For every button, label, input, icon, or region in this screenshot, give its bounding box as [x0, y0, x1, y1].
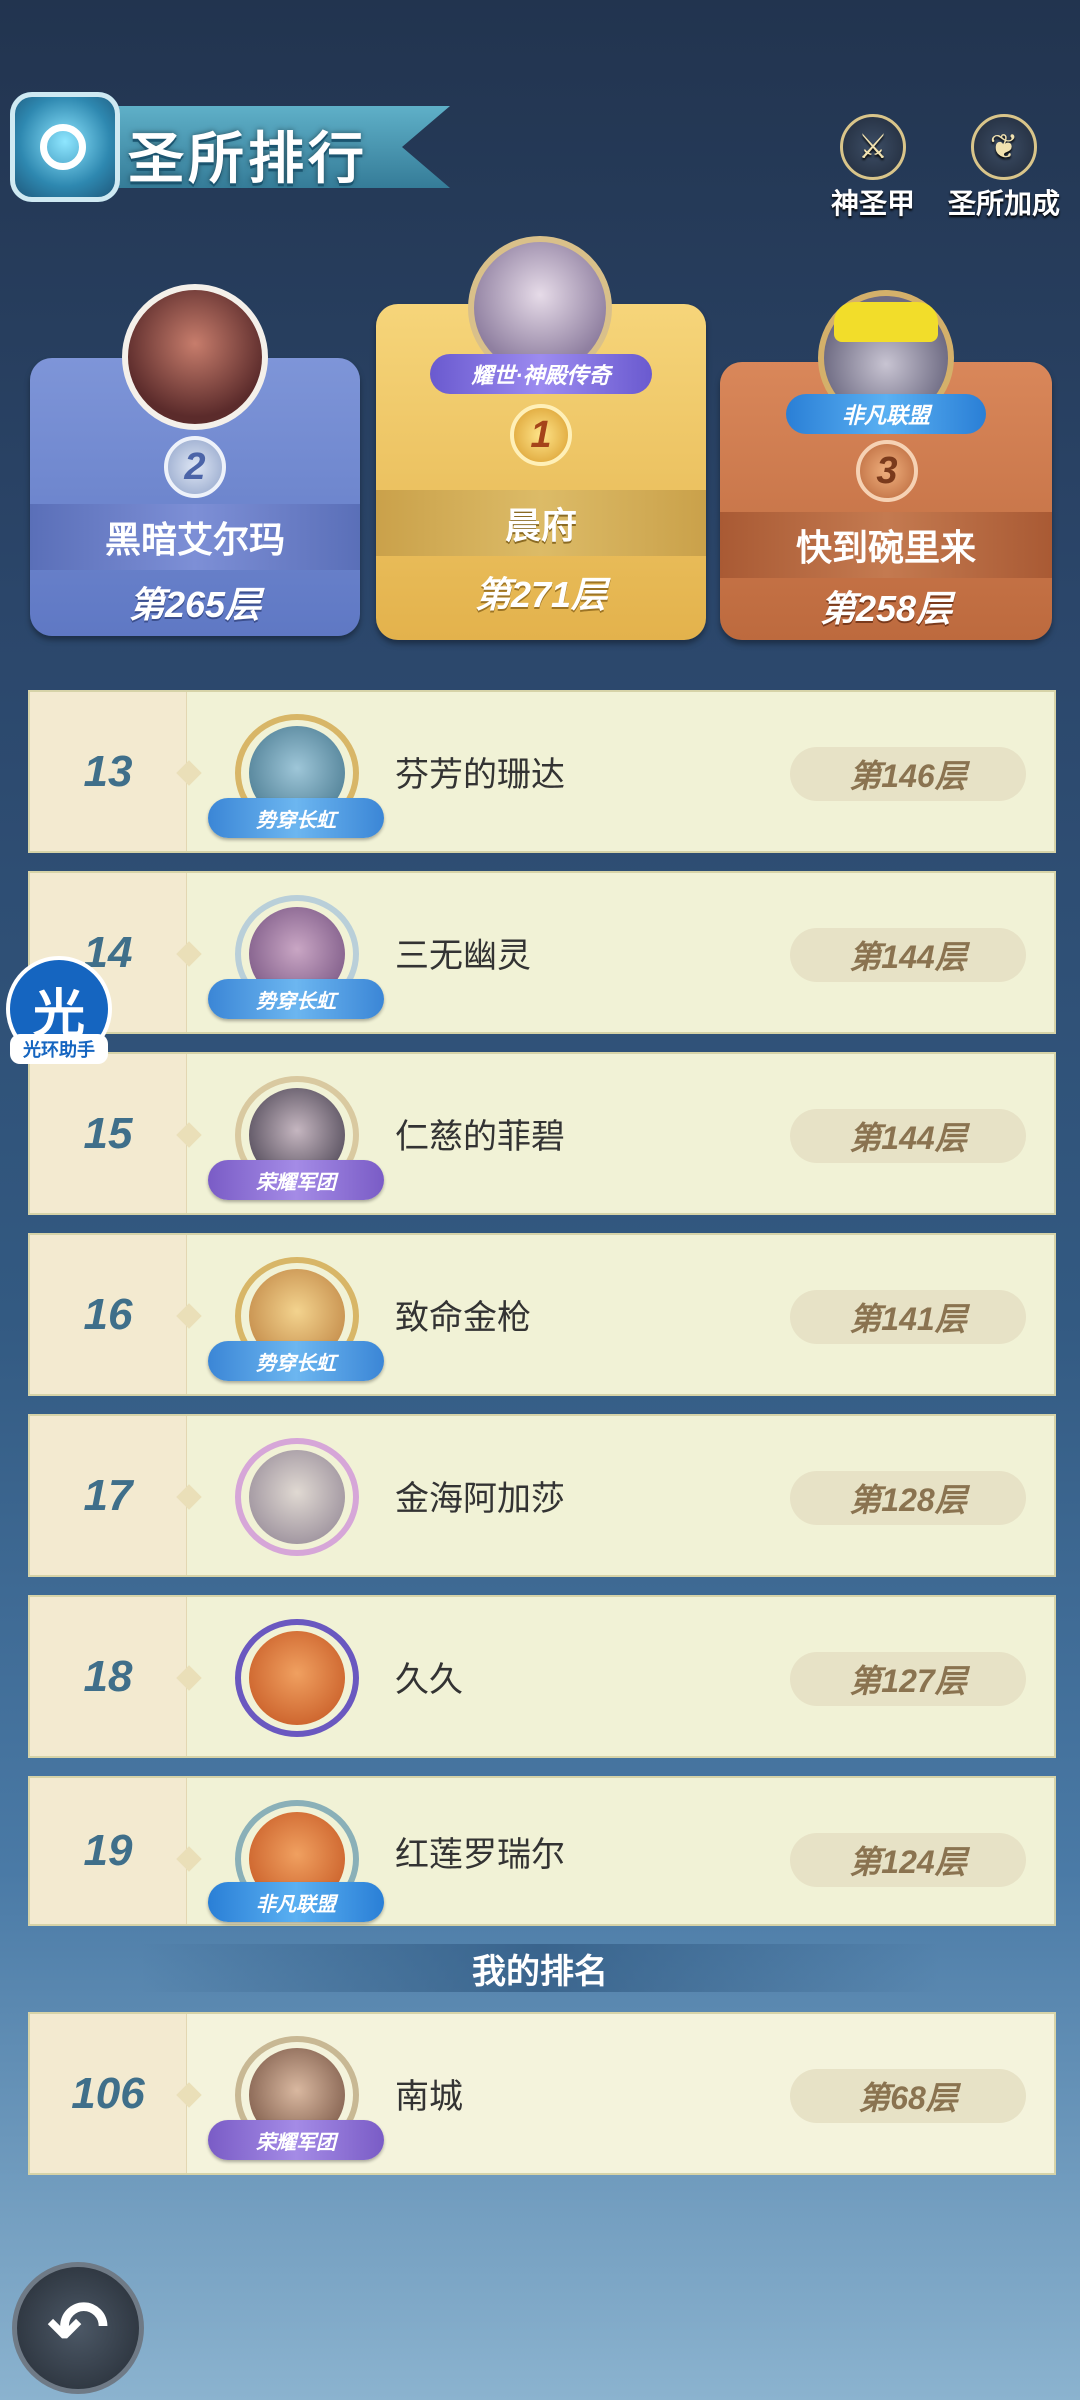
player-name: 久久	[395, 1661, 463, 1699]
table-row[interactable]: 15 荣耀军团 仁慈的菲碧 第144层	[28, 1052, 1056, 1215]
my-rank-row[interactable]: 106 荣耀军团 南城 第68层	[28, 2012, 1056, 2175]
player-name: 致命金枪	[395, 1299, 531, 1337]
title-badge: 耀世·神殿传奇	[430, 354, 652, 394]
my-rank-divider: 我的排名	[140, 1944, 940, 1992]
guild-tag: 势穿长虹	[208, 979, 384, 1019]
floor-badge: 第124层	[790, 1833, 1026, 1887]
rank-number: 18	[83, 1651, 133, 1701]
podium-name: 黑暗艾尔玛	[30, 504, 360, 570]
holy-armor-button[interactable]: ⚔ 神圣甲	[818, 114, 928, 222]
rank-medal-3: 3	[856, 440, 918, 502]
floor-badge: 第141层	[790, 1290, 1026, 1344]
player-name: 仁慈的菲碧	[395, 1118, 565, 1156]
holy-armor-icon: ⚔	[840, 114, 906, 180]
rank-number: 19	[83, 1826, 133, 1875]
back-button[interactable]: ↶	[12, 2262, 144, 2394]
podium-floor: 第271层	[474, 574, 608, 615]
my-rank-label: 我的排名	[472, 1952, 608, 1991]
yellow-cap-icon	[834, 302, 938, 342]
rank-number: 13	[83, 746, 133, 796]
podium-name: 晨府	[376, 490, 706, 556]
guild-tag: 势穿长虹	[208, 1341, 384, 1381]
player-name: 红莲罗瑞尔	[395, 1835, 565, 1874]
floor-badge: 第146层	[790, 747, 1026, 801]
rank-medal-1: 1	[510, 404, 572, 466]
table-row[interactable]: 14 势穿长虹 三无幽灵 第144层	[28, 871, 1056, 1034]
page-title: 圣所排行	[128, 127, 368, 190]
rank-number: 16	[83, 1289, 133, 1339]
halo-assistant-button[interactable]: 光 光环助手	[2, 956, 116, 1066]
guild-tag: 荣耀军团	[208, 1160, 384, 1200]
podium-floor: 第265层	[128, 584, 262, 625]
floor-badge: 第68层	[790, 2069, 1026, 2123]
player-name: 芬芳的珊达	[395, 756, 565, 794]
avatar	[235, 1438, 359, 1556]
table-row[interactable]: 18 久久 第127层	[28, 1595, 1056, 1758]
player-name: 南城	[395, 2078, 463, 2116]
podium-name: 快到碗里来	[720, 512, 1052, 578]
sanctuary-bonus-button[interactable]: ❦ 圣所加成	[944, 114, 1064, 222]
player-name: 三无幽灵	[395, 937, 531, 975]
table-row[interactable]: 19 非凡联盟 红莲罗瑞尔 第124层	[28, 1776, 1056, 1926]
rank-medal-2: 2	[164, 436, 226, 498]
table-row[interactable]: 13 势穿长虹 芬芳的珊达 第146层	[28, 690, 1056, 853]
sanctuary-bonus-label: 圣所加成	[947, 188, 1060, 219]
halo-assistant-label: 光环助手	[10, 1034, 108, 1064]
floor-badge: 第128层	[790, 1471, 1026, 1525]
floor-badge: 第144层	[790, 928, 1026, 982]
rank-number: 17	[83, 1470, 133, 1520]
rank-number: 106	[71, 2068, 145, 2118]
guild-tag: 非凡联盟	[208, 1882, 384, 1922]
back-arrow-icon: ↶	[46, 2286, 109, 2369]
guild-tag: 荣耀军团	[208, 2120, 384, 2160]
rank-number: 15	[83, 1108, 133, 1158]
table-row[interactable]: 17 金海阿加莎 第128层	[28, 1414, 1056, 1577]
floor-badge: 第127层	[790, 1652, 1026, 1706]
sanctuary-bonus-icon: ❦	[971, 114, 1037, 180]
title-badge: 非凡联盟	[786, 394, 986, 434]
guild-tag: 势穿长虹	[208, 798, 384, 838]
table-row[interactable]: 16 势穿长虹 致命金枪 第141层	[28, 1233, 1056, 1396]
sanctuary-emblem-icon	[10, 92, 120, 202]
floor-badge: 第144层	[790, 1109, 1026, 1163]
holy-armor-label: 神圣甲	[830, 188, 915, 219]
podium-floor: 第258层	[819, 588, 953, 629]
player-name: 金海阿加莎	[395, 1480, 565, 1518]
title-banner: 圣所排行	[10, 92, 450, 202]
avatar	[122, 284, 268, 430]
avatar	[235, 1619, 359, 1737]
